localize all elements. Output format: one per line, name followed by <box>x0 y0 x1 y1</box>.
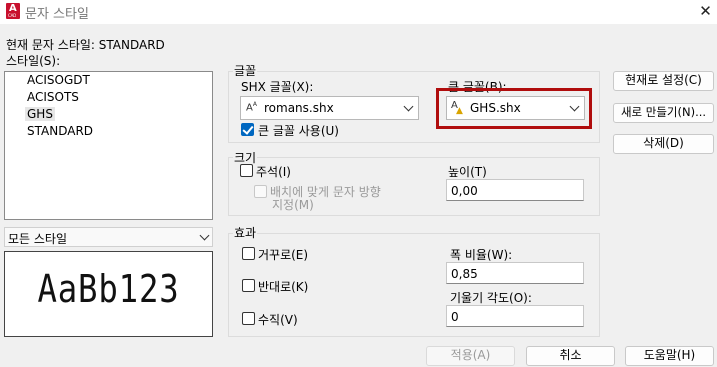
backwards-checkbox[interactable] <box>242 279 255 292</box>
list-item[interactable]: STANDARD <box>27 124 93 138</box>
oblique-angle-input[interactable]: 0 <box>446 305 584 327</box>
match-orientation-checkbox[interactable] <box>254 185 267 198</box>
style-filter-dropdown[interactable]: 모든 스타일 <box>4 227 213 247</box>
upside-down-checkbox[interactable] <box>242 247 255 260</box>
height-label: 높이(T) <box>448 165 487 179</box>
new-style-button[interactable]: 새로 만들기(N)... <box>613 103 714 123</box>
effects-group-title: 효과 <box>233 224 258 241</box>
use-bigfont-label: 큰 글꼴 사용(U) <box>258 124 339 138</box>
annotative-label: 주석(I) <box>256 165 291 179</box>
current-style-label: 현재 문자 스타일: STANDARD <box>6 38 165 52</box>
shx-font-value: romans.shx <box>264 101 334 115</box>
help-button[interactable]: 도움말(H) <box>625 346 714 366</box>
width-factor-input[interactable]: 0,85 <box>446 262 584 284</box>
font-a-icon: AA <box>246 101 257 114</box>
title-bar <box>0 0 717 24</box>
height-input[interactable]: 0,00 <box>446 179 584 201</box>
width-factor-label: 폭 비율(W): <box>450 248 513 262</box>
shx-font-dropdown[interactable]: AA romans.shx <box>240 96 419 120</box>
delete-button[interactable]: 삭제(D) <box>613 134 714 154</box>
match-orientation-label-2: 지정(M) <box>272 198 314 212</box>
vertical-checkbox[interactable] <box>242 312 255 325</box>
annotative-checkbox[interactable] <box>240 164 253 177</box>
styles-label: 스타일(S): <box>6 54 61 68</box>
upside-down-label: 거꾸로(E) <box>258 248 309 262</box>
styles-listbox[interactable]: ACISOGDT ACISOTS GHS STANDARD <box>4 71 213 220</box>
bigfont-dropdown[interactable]: A ▲ GHS.shx <box>446 96 585 120</box>
list-item-selected[interactable]: GHS <box>25 107 55 121</box>
close-icon[interactable]: ✕ <box>694 0 717 24</box>
list-item[interactable]: ACISOGDT <box>27 73 90 87</box>
vertical-label: 수직(V) <box>258 313 298 327</box>
bigfont-value: GHS.shx <box>470 101 521 115</box>
apply-button[interactable]: 적용(A) <box>426 346 515 366</box>
autocad-app-icon: A CAD <box>6 3 20 19</box>
warning-icon: ▲ <box>456 106 463 116</box>
shx-font-label: SHX 글꼴(X): <box>241 80 314 94</box>
set-current-button[interactable]: 현재로 설정(C) <box>613 71 714 91</box>
style-filter-value: 모든 스타일 <box>8 232 68 246</box>
chevron-down-icon <box>403 101 414 112</box>
preview-text: AaBb123 <box>37 267 180 311</box>
chevron-down-icon <box>199 230 210 241</box>
oblique-angle-label: 기울기 각도(O): <box>450 291 532 305</box>
chevron-down-icon <box>569 101 580 112</box>
list-item[interactable]: ACISOTS <box>27 90 79 104</box>
use-bigfont-checkbox[interactable] <box>241 123 254 136</box>
font-group-title: 글꼴 <box>233 62 258 79</box>
style-preview: AaBb123 <box>4 251 213 337</box>
window-title: 문자 스타일 <box>25 7 89 22</box>
cancel-button[interactable]: 취소 <box>526 346 615 366</box>
backwards-label: 반대로(K) <box>258 280 309 294</box>
